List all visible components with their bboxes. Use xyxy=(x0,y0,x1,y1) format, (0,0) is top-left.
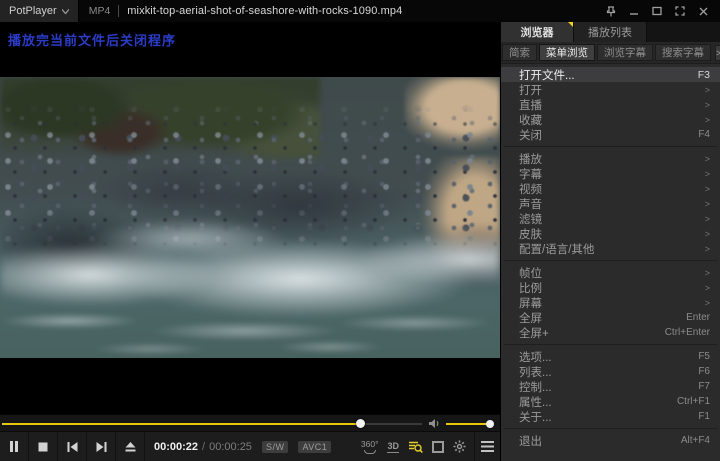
menu-item-video[interactable]: 视频 > xyxy=(501,181,720,196)
menu-item-live[interactable]: 直播 > xyxy=(501,97,720,112)
pause-button[interactable] xyxy=(0,432,29,461)
gear-icon[interactable] xyxy=(453,440,466,453)
menu-separator xyxy=(504,428,717,429)
menu-item-close[interactable]: 关闭 F4 xyxy=(501,127,720,142)
panel-tabs: 浏览器 播放列表 xyxy=(501,22,720,42)
player-area: 播放完当前文件后关闭程序 xyxy=(0,22,500,461)
menu-item-open-file[interactable]: 打开文件... F3 xyxy=(501,67,720,82)
osd-message: 播放完当前文件后关闭程序 xyxy=(8,30,176,49)
browser-panel: 浏览器 播放列表 简索 菜单浏览 浏览字幕 搜索字幕 > ˅ 打开文件... F… xyxy=(500,22,720,461)
tab-browser[interactable]: 浏览器 xyxy=(501,22,574,42)
next-button[interactable] xyxy=(87,432,116,461)
menu-separator xyxy=(504,146,717,147)
volume-thumb[interactable] xyxy=(486,420,494,428)
app-menu-button[interactable]: PotPlayer xyxy=(0,0,79,22)
seek-progress xyxy=(2,423,360,425)
seek-thumb[interactable] xyxy=(356,419,365,428)
menu-list: 打开文件... F3 打开 > 直播 > 收藏 > 关闭 F4 xyxy=(501,64,720,461)
seek-bar[interactable] xyxy=(2,423,422,425)
current-time: 00:00:22 xyxy=(154,441,198,453)
previous-button[interactable] xyxy=(58,432,87,461)
frame-capture-icon[interactable] xyxy=(432,441,444,453)
window-controls xyxy=(604,4,720,18)
video-frame xyxy=(0,77,500,358)
title-bar: PotPlayer MP4 mixkit-top-aerial-shot-of-… xyxy=(0,0,720,22)
menu-separator xyxy=(504,344,717,345)
volume-slider[interactable] xyxy=(446,423,492,425)
filename: mixkit-top-aerial-shot-of-seashore-with-… xyxy=(127,5,402,17)
menu-item-aspect-ratio[interactable]: 比例 > xyxy=(501,280,720,295)
menu-item-properties[interactable]: 属性... Ctrl+F1 xyxy=(501,394,720,409)
stop-button[interactable] xyxy=(29,432,58,461)
control-bar: 00:00:22 / 00:00:25 S/W AVC1 360° 3D xyxy=(0,431,500,461)
menu-item-filters[interactable]: 滤镜 > xyxy=(501,211,720,226)
subtab-search-subtitles[interactable]: 搜索字幕 xyxy=(655,44,711,61)
menu-item-audio[interactable]: 声音 > xyxy=(501,196,720,211)
panel-subtabs: 简索 菜单浏览 浏览字幕 搜索字幕 > ˅ xyxy=(501,42,720,64)
hamburger-menu-icon[interactable] xyxy=(475,432,500,461)
menu-item-options[interactable]: 选项... F5 xyxy=(501,349,720,364)
volume-group xyxy=(428,415,492,432)
decoder-badge[interactable]: S/W xyxy=(262,441,289,453)
menu-item-playback[interactable]: 播放 > xyxy=(501,151,720,166)
format-badge: MP4 xyxy=(89,5,111,17)
menu-item-open[interactable]: 打开 > xyxy=(501,82,720,97)
menu-item-preferences[interactable]: 配置/语言/其他 > xyxy=(501,241,720,256)
mode-icons: 360° 3D xyxy=(361,440,472,454)
subtab-browse-subtitles[interactable]: 浏览字幕 xyxy=(597,44,653,61)
eject-button[interactable] xyxy=(116,432,145,461)
menu-item-subtitles[interactable]: 字幕 > xyxy=(501,166,720,181)
potplayer-window: PotPlayer MP4 mixkit-top-aerial-shot-of-… xyxy=(0,0,720,461)
menu-separator xyxy=(504,260,717,261)
menu-item-frame-position[interactable]: 帧位 > xyxy=(501,265,720,280)
menu-item-exit[interactable]: 退出 Alt+F4 xyxy=(501,433,720,448)
codec-badge[interactable]: AVC1 xyxy=(298,441,331,453)
seek-row xyxy=(0,414,500,431)
360-mode-icon[interactable]: 360° xyxy=(361,440,379,454)
minimize-icon[interactable] xyxy=(627,4,641,18)
total-time: 00:00:25 xyxy=(209,441,252,453)
menu-item-about[interactable]: 关于... F1 xyxy=(501,409,720,424)
maximize-icon[interactable] xyxy=(650,4,664,18)
menu-item-control[interactable]: 控制... F7 xyxy=(501,379,720,394)
browser-search-icon[interactable] xyxy=(408,440,423,454)
3d-mode-icon[interactable]: 3D xyxy=(387,441,399,453)
pin-icon[interactable] xyxy=(604,4,618,18)
menu-item-favorites[interactable]: 收藏 > xyxy=(501,112,720,127)
time-display: 00:00:22 / 00:00:25 S/W AVC1 xyxy=(154,441,331,453)
subtab-menu-browse[interactable]: 菜单浏览 xyxy=(539,44,595,61)
subtab-search[interactable]: 简索 xyxy=(502,44,537,61)
title-divider xyxy=(118,5,119,17)
menu-item-screen[interactable]: 屏幕 > xyxy=(501,295,720,310)
menu-item-fullscreen[interactable]: 全屏 Enter xyxy=(501,310,720,325)
speaker-icon[interactable] xyxy=(428,418,441,429)
video-screen[interactable]: 播放完当前文件后关闭程序 xyxy=(0,22,500,414)
expand-icon[interactable] xyxy=(673,4,687,18)
menu-item-playlist[interactable]: 列表... F6 xyxy=(501,364,720,379)
video-foam-streaks xyxy=(0,303,500,358)
chevron-down-icon xyxy=(62,9,69,14)
subtab-scroll-right-icon[interactable]: > xyxy=(715,45,720,61)
app-name: PotPlayer xyxy=(9,5,57,17)
time-separator: / xyxy=(202,441,205,453)
menu-item-fullscreen-plus[interactable]: 全屏+ Ctrl+Enter xyxy=(501,325,720,340)
menu-item-skins[interactable]: 皮肤 > xyxy=(501,226,720,241)
close-icon[interactable] xyxy=(696,4,710,18)
tab-playlist[interactable]: 播放列表 xyxy=(574,22,647,42)
